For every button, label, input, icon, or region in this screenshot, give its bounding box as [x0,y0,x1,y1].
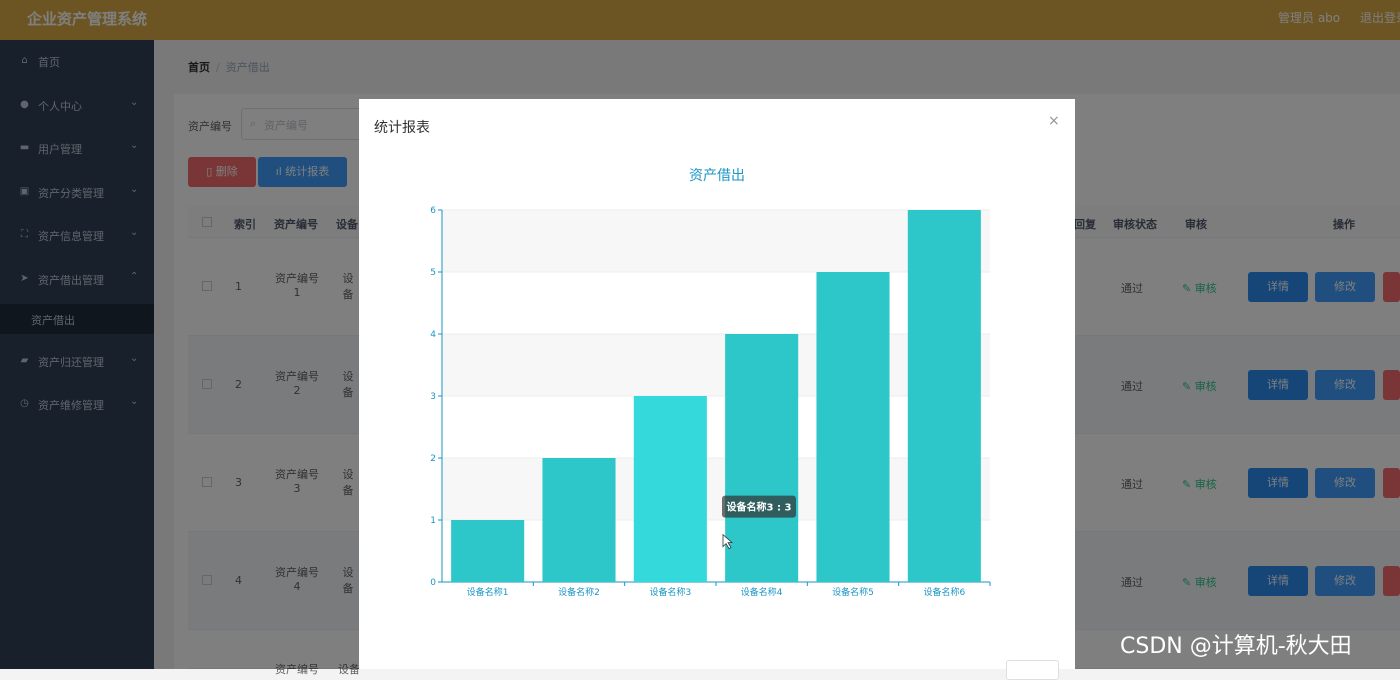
bar[interactable] [633,396,707,582]
bar[interactable] [907,210,981,582]
x-tick-label: 设备名称2 [558,586,600,598]
x-tick-label: 设备名称3 [649,586,691,598]
bar[interactable] [725,334,799,582]
report-dialog: 统计报表 × 资产借出 0 1 2 3 4 5 6 设备名称1 设备名称2 设备名称3 设备名称4 设… [359,99,1075,680]
y-tick-label: 6 [430,206,436,216]
bar[interactable] [816,272,890,582]
x-tick-label: 设备名称5 [832,586,874,598]
close-icon[interactable]: × [1048,113,1060,129]
y-tick-label: 5 [430,268,436,278]
bar[interactable] [542,458,616,582]
y-tick-label: 2 [430,454,436,464]
y-tick-label: 4 [430,330,436,340]
dialog-footer-button[interactable] [1006,660,1059,680]
x-tick-label: 设备名称1 [467,586,509,598]
y-tick-label: 3 [430,392,436,402]
bar[interactable] [451,520,525,582]
bar-chart: 0 1 2 3 4 5 6 设备名称1 设备名称2 设备名称3 设备名称4 设备名称5 设备名称6 设备名… [430,206,991,598]
dialog-title: 统计报表 [374,120,430,136]
watermark: CSDN @计算机-秋大田 [1120,634,1352,659]
y-tick-label: 1 [430,516,436,526]
chart-tooltip-text: 设备名称3 : 3 [727,501,792,514]
x-tick-label: 设备名称6 [923,586,965,598]
x-tick-label: 设备名称4 [741,586,783,598]
y-tick-label: 0 [430,578,436,588]
chart-title: 资产借出 [689,168,745,184]
